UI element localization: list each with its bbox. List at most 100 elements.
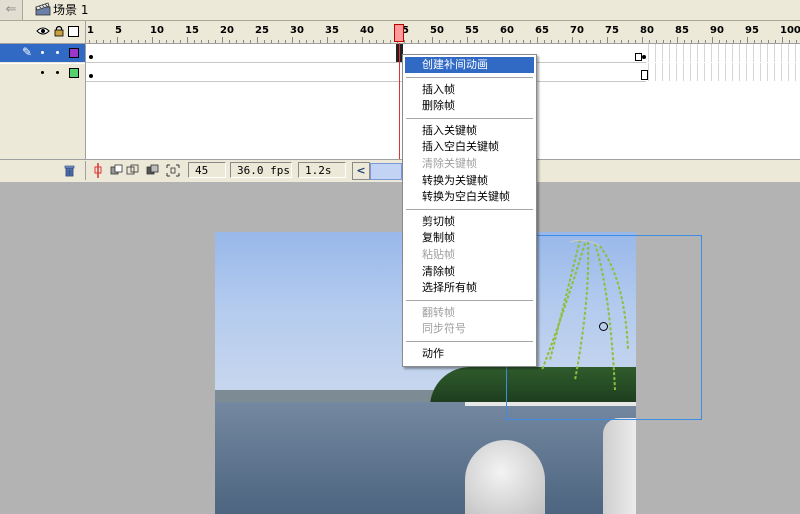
lock-icon[interactable]: [54, 25, 64, 37]
scene-label[interactable]: 场景 1: [53, 2, 88, 18]
ruler-label: 90: [710, 25, 724, 36]
ruler-label: 80: [640, 25, 654, 36]
ruler-tick: [376, 40, 377, 43]
outline-icon[interactable]: [68, 26, 79, 37]
trash-icon[interactable]: [63, 164, 76, 177]
ruler-tick: [551, 40, 552, 43]
ruler-tick: [691, 40, 692, 43]
ruler-tick: [313, 40, 314, 43]
menu-item[interactable]: 转换为关键帧: [405, 173, 534, 189]
ruler-tick: [453, 40, 454, 43]
ruler-tick: [495, 40, 496, 43]
menu-separator: [406, 208, 533, 211]
ruler-tick: [285, 40, 286, 43]
ruler-tick: [488, 40, 489, 43]
empty-frames[interactable]: [648, 63, 800, 81]
frame-ruler[interactable]: 1510152025303540455055606570758085909510…: [86, 21, 800, 44]
frame-rate-field[interactable]: 36.0 fps: [230, 162, 292, 178]
eye-icon[interactable]: [36, 26, 50, 36]
scroll-left-button[interactable]: <: [352, 162, 370, 180]
ruler-tick: [642, 37, 643, 43]
layer-row-2[interactable]: [0, 63, 85, 82]
onion-skin-outlines-icon[interactable]: [126, 164, 140, 177]
visibility-dot[interactable]: [41, 71, 44, 74]
registration-point[interactable]: [599, 322, 608, 331]
empty-frames[interactable]: [648, 44, 800, 62]
edit-multiple-frames-icon[interactable]: [146, 164, 160, 177]
lock-dot[interactable]: [56, 51, 59, 54]
ruler-tick: [124, 40, 125, 43]
menu-item[interactable]: 转换为空白关键帧: [405, 189, 534, 205]
onion-skin-icon[interactable]: [110, 164, 124, 177]
keyframe-marker[interactable]: [642, 55, 646, 59]
ruler-tick: [369, 40, 370, 43]
ruler-tick: [663, 40, 664, 43]
ruler-tick: [215, 40, 216, 43]
pencil-icon: ✎: [22, 45, 33, 59]
ruler-tick: [180, 40, 181, 43]
end-frame-marker[interactable]: [635, 53, 642, 61]
frame-track-layer-1[interactable]: [86, 44, 646, 63]
ruler-tick: [586, 40, 587, 43]
elapsed-time-field[interactable]: 1.2s: [298, 162, 346, 178]
menu-item[interactable]: 剪切帧: [405, 214, 534, 230]
frame-track-layer-2[interactable]: [86, 63, 648, 82]
layer-color-swatch[interactable]: [69, 68, 79, 78]
ruler-tick: [243, 40, 244, 43]
layer-header: [0, 21, 86, 44]
ruler-label: 15: [185, 25, 199, 36]
menu-item: 翻转帧: [422, 305, 455, 319]
ruler-tick: [789, 40, 790, 43]
ruler-tick: [502, 37, 503, 43]
visibility-dot[interactable]: [41, 51, 44, 54]
menu-item[interactable]: 删除帧: [405, 98, 534, 114]
ruler-label: 25: [255, 25, 269, 36]
keyframe-marker[interactable]: [89, 74, 93, 78]
ruler-tick: [537, 37, 538, 43]
current-frame-field[interactable]: 45: [188, 162, 226, 178]
horizontal-scrollbar-thumb[interactable]: [370, 163, 402, 180]
playhead[interactable]: [394, 24, 404, 42]
context-menu: 创建补间动画 插入帧 删除帧 插入关键帧 插入空白关键帧 清除关键帧 转换为关键帧 转换为空白…: [402, 54, 537, 367]
ruler-tick: [523, 40, 524, 43]
menu-item[interactable]: 选择所有帧: [405, 280, 534, 296]
timeline-panel: 1510152025303540455055606570758085909510…: [0, 21, 800, 182]
ruler-tick: [698, 40, 699, 43]
ruler-tick: [481, 40, 482, 43]
layer-row-1[interactable]: ✎: [0, 44, 85, 62]
lock-dot[interactable]: [56, 71, 59, 74]
menu-item[interactable]: 清除帧: [405, 264, 534, 280]
ruler-tick: [103, 40, 104, 43]
modify-onion-markers-icon[interactable]: [166, 164, 180, 177]
ruler-tick: [754, 40, 755, 43]
ruler-tick: [257, 37, 258, 43]
ruler-label: 75: [605, 25, 619, 36]
keyframe-marker[interactable]: [89, 55, 93, 59]
back-button[interactable]: ⇐: [0, 0, 23, 20]
menu-item[interactable]: 插入帧: [405, 82, 534, 98]
ruler-tick: [467, 37, 468, 43]
ruler-tick: [194, 40, 195, 43]
ruler-tick: [306, 40, 307, 43]
ruler-tick: [145, 40, 146, 43]
ruler-tick: [509, 40, 510, 43]
menu-item[interactable]: 复制帧: [405, 230, 534, 246]
divider: [85, 161, 86, 180]
ruler-tick: [187, 37, 188, 43]
menu-item[interactable]: 插入空白关键帧: [405, 139, 534, 155]
ruler-tick: [530, 40, 531, 43]
ruler-label: 20: [220, 25, 234, 36]
layer-color-swatch[interactable]: [69, 48, 79, 58]
ruler-tick: [208, 40, 209, 43]
ruler-tick: [740, 40, 741, 43]
center-frame-icon[interactable]: [92, 163, 104, 178]
ruler-tick: [677, 37, 678, 43]
menu-item[interactable]: 插入关键帧: [405, 123, 534, 139]
ruler-tick: [761, 40, 762, 43]
ruler-tick: [173, 40, 174, 43]
menu-item[interactable]: 创建补间动画: [405, 57, 534, 73]
ruler-label: 50: [430, 25, 444, 36]
ruler-tick: [166, 40, 167, 43]
end-frame-marker[interactable]: [641, 70, 648, 80]
menu-item[interactable]: 动作: [405, 346, 534, 362]
